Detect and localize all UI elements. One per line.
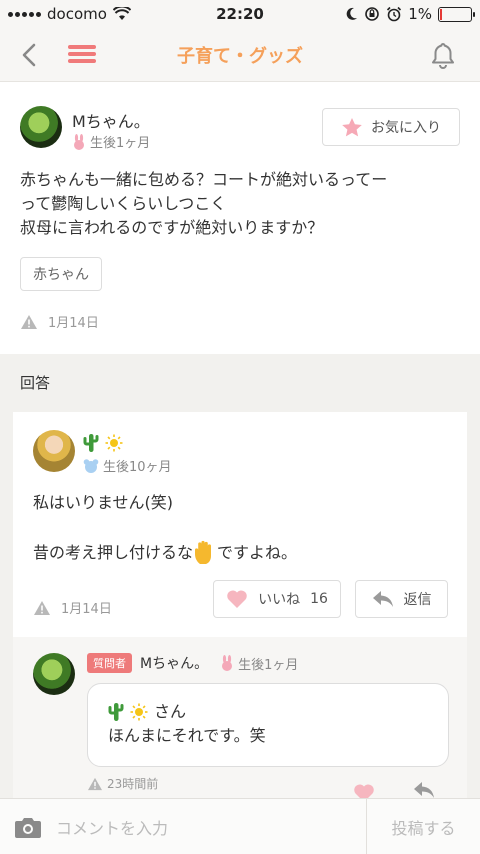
bunny-icon <box>74 133 84 150</box>
author-avatar[interactable] <box>20 106 62 148</box>
asker-badge: 質問者 <box>87 653 132 673</box>
answer-body: 私はいりません(笑) 昔の考え押し付けるな ですよね。 <box>33 490 297 566</box>
like-count: 16 <box>310 591 328 607</box>
author-age-label: 生後1ヶ月 <box>90 136 151 151</box>
answer-card: 生後10ヶ月 私はいりません(笑) 昔の考え押し付けるな ですよね。 1月14日… <box>13 412 467 637</box>
battery-percent: 1% <box>408 5 432 23</box>
question-date-row: 1月14日 <box>20 312 99 331</box>
reply-author-age: 生後1ヶ月 <box>238 657 299 673</box>
answer-date: 1月14日 <box>61 602 112 617</box>
comment-bar: コメントを入力 投稿する <box>0 798 480 854</box>
reply-header: 質問者 Mちゃん。 生後1ヶ月 <box>87 653 298 673</box>
bear-icon <box>83 459 99 473</box>
cactus-icon <box>108 703 124 721</box>
question-section: Mちゃん。 生後1ヶ月 お気に入り 赤ちゃんも一緒に包める？コートが絶対いるって… <box>0 82 480 354</box>
like-label: いいね <box>258 592 301 608</box>
reply-thread: 質問者 Mちゃん。 生後1ヶ月 さん ほんまにそれです。笑 23時間前 <box>13 637 467 807</box>
moon-icon <box>346 7 358 20</box>
reply-time-row: 23時間前 <box>87 775 158 792</box>
answer-line-part: 昔の考え押し付けるな <box>33 543 194 562</box>
reply-button[interactable]: 返信 <box>355 580 448 618</box>
answer-line: 私はいりません(笑) <box>33 493 174 512</box>
answer-line-2: 昔の考え押し付けるな ですよね。 <box>33 540 297 566</box>
reply-author-name[interactable]: Mちゃん。 <box>140 653 208 673</box>
answerer-child-age: 生後10ヶ月 <box>83 456 172 475</box>
notifications-button[interactable] <box>428 40 458 70</box>
like-button[interactable]: いいね 16 <box>213 580 341 618</box>
question-line: って鬱陶しいくらいしつこく <box>20 194 227 213</box>
carrier-label: docomo <box>47 5 107 23</box>
hamburger-menu-icon[interactable] <box>68 42 96 66</box>
reply-icon <box>372 591 393 607</box>
warning-icon[interactable] <box>87 777 103 791</box>
bunny-icon <box>222 655 233 671</box>
question-body: 赤ちゃんも一緒に包める？コートが絶対いるってー って鬱陶しいくらいしつこく 叔母… <box>20 168 460 240</box>
nav-bar: 子育て・グッズ <box>0 28 480 82</box>
question-line: 叔母に言われるのですが絶対いりますか？ <box>20 218 324 237</box>
reply-label: 返信 <box>403 592 432 608</box>
answers-section: 回答 生後10ヶ月 私はいりません(笑) 昔の考え押し付けるな ですよね。 1月… <box>0 354 480 807</box>
reply-icon[interactable] <box>413 781 435 799</box>
star-icon <box>342 117 362 136</box>
answers-heading: 回答 <box>20 374 51 392</box>
favorite-label: お気に入り <box>371 120 441 136</box>
author-name[interactable]: Mちゃん。 <box>72 108 150 132</box>
wifi-icon <box>112 7 131 20</box>
cactus-icon <box>83 434 99 452</box>
answerer-name[interactable] <box>83 432 123 454</box>
question-date: 1月14日 <box>48 316 99 331</box>
reply-mention-suffix: さん <box>154 702 187 721</box>
status-right: 1% <box>346 5 475 23</box>
status-bar: docomo 22:20 1% <box>0 0 480 28</box>
comment-input[interactable]: コメントを入力 <box>56 809 356 845</box>
rotation-lock-icon <box>365 7 380 21</box>
reply-author-avatar[interactable] <box>33 653 75 695</box>
sun-icon <box>130 703 148 721</box>
answer-line-part: ですよね。 <box>217 543 298 562</box>
bell-icon <box>432 43 454 69</box>
camera-icon[interactable] <box>14 815 42 839</box>
author-child-age: 生後1ヶ月 <box>72 132 150 151</box>
battery-icon <box>438 6 475 22</box>
alarm-icon <box>387 6 402 22</box>
warning-icon[interactable] <box>33 600 51 616</box>
tag-chip[interactable]: 赤ちゃん <box>20 257 102 291</box>
chevron-left-icon <box>22 43 36 67</box>
answerer-avatar[interactable] <box>33 430 75 472</box>
sun-icon <box>105 434 123 452</box>
reply-bubble: さん ほんまにそれです。笑 <box>87 683 449 767</box>
question-line: 赤ちゃんも一緒に包める？コートが絶対いるってー <box>20 170 388 189</box>
reply-line-2: ほんまにそれです。笑 <box>108 726 266 745</box>
reply-time: 23時間前 <box>107 777 159 791</box>
favorite-button[interactable]: お気に入り <box>322 108 460 146</box>
reply-line-1: さん <box>108 700 448 724</box>
raised-hand-icon <box>195 540 212 564</box>
status-left: docomo <box>8 5 346 23</box>
back-button[interactable] <box>14 40 44 70</box>
warning-icon[interactable] <box>20 314 38 330</box>
answerer-age-label: 生後10ヶ月 <box>103 460 172 475</box>
answer-date-row: 1月14日 <box>33 598 112 617</box>
heart-icon <box>227 590 247 608</box>
reply-author-child-age: 生後1ヶ月 <box>220 654 298 673</box>
post-button[interactable]: 投稿する <box>367 799 480 854</box>
signal-icon <box>8 11 41 17</box>
